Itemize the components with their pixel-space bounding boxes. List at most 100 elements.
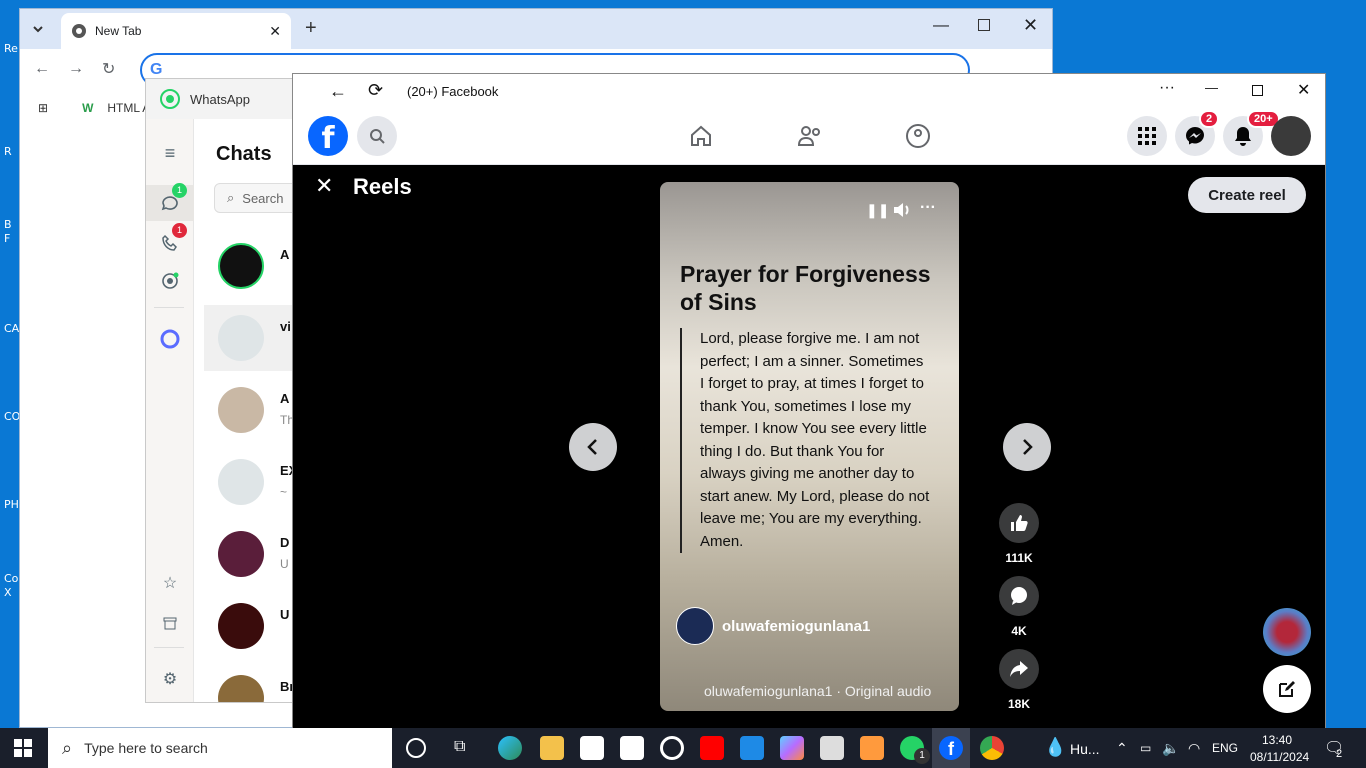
apps-grid-icon[interactable]: ⊞	[38, 101, 48, 115]
meta-ai-icon[interactable]	[158, 327, 182, 351]
reel-audio[interactable]: oluwafemiogunlana1 · Original audio	[704, 683, 931, 699]
more-options-icon[interactable]: ···	[1159, 79, 1175, 97]
maximize-icon[interactable]	[1252, 85, 1263, 96]
menu-grid-icon[interactable]	[1127, 116, 1167, 156]
tab-new-tab[interactable]: New Tab ✕	[61, 13, 291, 49]
youtube-icon[interactable]	[700, 736, 724, 760]
media-icon[interactable]	[660, 736, 684, 760]
battery-icon[interactable]: ▭	[1140, 741, 1151, 755]
chat-avatar	[218, 675, 264, 702]
like-icon[interactable]	[999, 503, 1039, 543]
vscode-icon[interactable]	[740, 736, 764, 760]
story-avatar[interactable]	[1263, 608, 1311, 656]
compose-icon[interactable]	[1263, 665, 1311, 713]
voice-recorder-icon[interactable]	[820, 736, 844, 760]
previous-reel-button[interactable]	[569, 423, 617, 471]
close-tab-icon[interactable]: ✕	[269, 23, 281, 40]
copilot-icon[interactable]	[780, 736, 804, 760]
desktop-icon-label[interactable]: Co	[4, 572, 18, 585]
volume-icon[interactable]	[892, 201, 912, 219]
settings-icon[interactable]: ⚙	[158, 667, 182, 691]
bookmark-html[interactable]: HTML A	[107, 101, 150, 115]
close-window-icon[interactable]: ✕	[1023, 15, 1038, 36]
taskbar-search-input[interactable]: ⌕ Type here to search	[48, 728, 392, 768]
refresh-icon[interactable]: ⟳	[368, 80, 383, 101]
minimize-icon[interactable]: —	[933, 17, 949, 35]
friends-icon[interactable]	[797, 124, 823, 148]
clock-time[interactable]: 13:40	[1262, 733, 1292, 747]
profile-avatar[interactable]	[1271, 116, 1311, 156]
chat-preview: U	[280, 557, 289, 571]
language-indicator[interactable]: ENG	[1212, 741, 1238, 755]
chat-list-item[interactable]: A Th	[204, 377, 296, 443]
archive-icon[interactable]	[158, 611, 182, 635]
author-name: oluwafemiogunlana1	[722, 617, 871, 635]
desktop-icon-label[interactable]: CA	[4, 322, 19, 335]
more-icon[interactable]: ···	[920, 199, 936, 217]
back-icon[interactable]: ←	[329, 81, 347, 102]
desktop-icon-label[interactable]: CO	[4, 410, 20, 423]
chat-list-item[interactable]: A	[204, 233, 296, 299]
chat-list-item[interactable]: U	[204, 593, 296, 659]
chat-list-item[interactable]: vi	[204, 305, 296, 371]
pause-icon[interactable]: ❚❚	[866, 202, 889, 219]
weather-text[interactable]: Hu...	[1070, 741, 1100, 757]
chat-list-item[interactable]: D U	[204, 521, 296, 587]
create-reel-button[interactable]: Create reel	[1188, 177, 1306, 213]
desktop-icon-label[interactable]: X	[4, 586, 12, 599]
next-reel-button[interactable]	[1003, 423, 1051, 471]
search-icon[interactable]	[357, 116, 397, 156]
whatsapp-title: WhatsApp	[190, 91, 250, 107]
chat-list-item[interactable]: Br	[204, 665, 296, 702]
edge-icon[interactable]	[498, 736, 522, 760]
cortana-icon[interactable]	[406, 738, 426, 758]
tab-title: New Tab	[95, 24, 142, 38]
chat-name: D	[280, 535, 290, 550]
like-action[interactable]: 111K	[999, 503, 1039, 565]
chat-search-input[interactable]: ⌕ Search	[214, 183, 296, 213]
mail-icon[interactable]	[620, 736, 644, 760]
taskbar: ⌕ Type here to search ⧉ 1 f 💧 Hu... ⌃ ▭ …	[0, 728, 1366, 768]
groups-icon[interactable]	[905, 123, 931, 149]
chat-avatar	[218, 387, 264, 433]
reels-viewer: ✕ Reels Create reel ❚❚ ··· Prayer for Fo…	[293, 165, 1325, 728]
chat-list-item[interactable]: EX ~	[204, 449, 296, 515]
share-icon[interactable]	[999, 649, 1039, 689]
windows-start-icon[interactable]	[14, 739, 32, 757]
reel-video[interactable]: ❚❚ ··· Prayer for Forgiveness of Sins Lo…	[660, 182, 959, 711]
back-icon[interactable]: ←	[34, 60, 50, 78]
new-tab-button[interactable]: +	[305, 17, 317, 40]
tab-search-icon[interactable]	[30, 21, 46, 37]
minimize-icon[interactable]: —	[1205, 80, 1218, 95]
close-icon[interactable]: ✕	[315, 173, 333, 199]
desktop-icon-label[interactable]: R	[4, 145, 12, 158]
desktop-icon-label[interactable]: B	[4, 218, 12, 231]
status-icon[interactable]	[158, 269, 182, 293]
store-icon[interactable]	[580, 736, 604, 760]
reload-icon[interactable]: ↻	[102, 59, 115, 79]
volume-icon[interactable]: 🔈	[1162, 740, 1179, 757]
forward-icon[interactable]: →	[68, 60, 84, 78]
close-window-icon[interactable]: ✕	[1297, 80, 1310, 100]
chrome-taskbar-icon[interactable]	[980, 736, 1004, 760]
file-explorer-icon[interactable]	[540, 736, 564, 760]
comment-icon[interactable]	[999, 576, 1039, 616]
tray-chevron-icon[interactable]: ⌃	[1116, 740, 1128, 757]
home-icon[interactable]	[689, 124, 713, 148]
facebook-logo-icon[interactable]: f	[308, 116, 348, 156]
reel-author[interactable]: oluwafemiogunlana1	[676, 607, 870, 645]
maximize-icon[interactable]	[978, 19, 990, 31]
video-editor-icon[interactable]	[860, 736, 884, 760]
desktop-icon-label[interactable]: F	[4, 232, 10, 245]
weather-icon[interactable]: 💧	[1044, 737, 1066, 758]
desktop-icon-label[interactable]: Re	[4, 42, 18, 55]
desktop-icon-label[interactable]: PH	[4, 498, 19, 511]
clock-date[interactable]: 08/11/2024	[1250, 750, 1309, 764]
task-view-icon[interactable]: ⧉	[454, 738, 465, 756]
network-icon[interactable]: ◠	[1188, 740, 1200, 757]
comment-action[interactable]: 4K	[999, 576, 1039, 638]
starred-icon[interactable]: ☆	[158, 571, 182, 595]
facebook-taskbar-icon[interactable]: f	[939, 736, 963, 760]
menu-icon[interactable]: ≡	[158, 141, 182, 165]
share-action[interactable]: 18K	[999, 649, 1039, 711]
